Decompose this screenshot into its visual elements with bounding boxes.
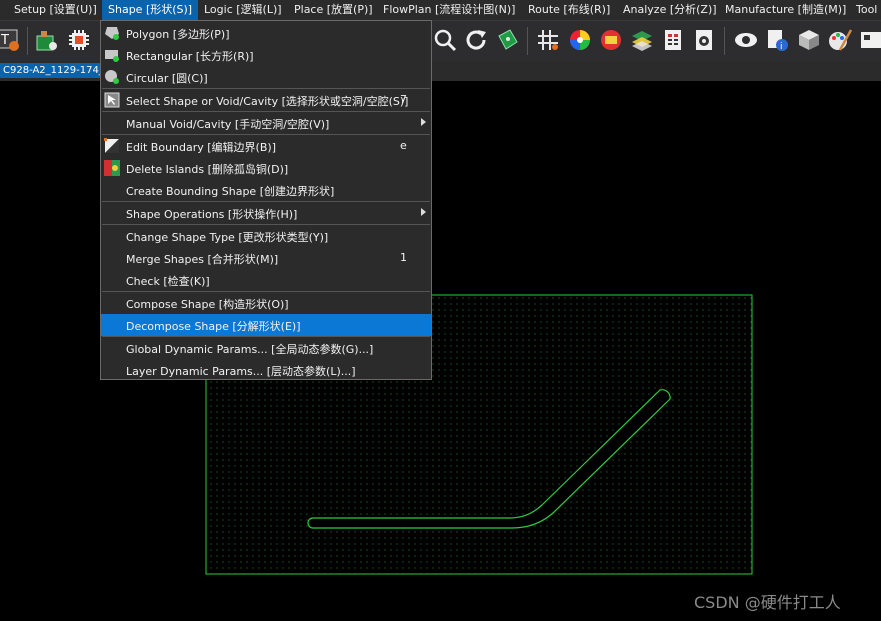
- paint-icon[interactable]: [828, 28, 852, 52]
- circle-icon: [105, 70, 119, 84]
- layers-icon[interactable]: [630, 28, 654, 52]
- pcb-add-icon[interactable]: [35, 28, 59, 52]
- polygon-icon: [105, 27, 119, 40]
- menu-item-select-shape[interactable]: Select Shape or Void/Cavity [选择形状或空洞/空腔(…: [101, 89, 431, 111]
- menu-item-create-bounding-shape[interactable]: Create Bounding Shape [创建边界形状]: [101, 179, 431, 201]
- color-wheel-icon[interactable]: [568, 28, 592, 52]
- menu-item-label: Global Dynamic Params... [全局动态参数(G)...]: [126, 343, 374, 356]
- menu-item-label: Change Shape Type [更改形状类型(Y)]: [126, 231, 329, 244]
- menu-shape[interactable]: Shape [形状(S)]: [102, 0, 199, 20]
- zoom-icon[interactable]: [433, 28, 457, 52]
- menu-manufacture[interactable]: Manufacture [制造(M)]: [719, 0, 852, 20]
- menu-item-global-dynamic-params[interactable]: Global Dynamic Params... [全局动态参数(G)...]: [101, 337, 431, 359]
- device-settings-icon[interactable]: [692, 28, 716, 52]
- menu-item-label: Circular [圆(C)]: [126, 72, 208, 85]
- rectangle-icon: [105, 50, 119, 62]
- svg-text:i: i: [780, 42, 783, 52]
- menu-item-delete-islands[interactable]: Delete Islands [删除孤岛铜(D)]: [101, 157, 431, 179]
- menu-item-label: Create Bounding Shape [创建边界形状]: [126, 185, 335, 198]
- menu-bar: Setup [设置(U)] Shape [形状(S)] Logic [逻辑(L)…: [0, 0, 881, 21]
- menu-route[interactable]: Route [布线(R)]: [522, 0, 616, 20]
- grid-icon[interactable]: [536, 28, 560, 52]
- select-shape-icon: [104, 92, 120, 108]
- menu-item-label: Delete Islands [删除孤岛铜(D)]: [126, 163, 289, 176]
- toolbar-separator: [27, 27, 28, 55]
- menu-item-label: Manual Void/Cavity [手动空洞/空腔(V)]: [126, 118, 330, 131]
- menu-item-merge-shapes[interactable]: Merge Shapes [合并形状(M)] 1: [101, 247, 431, 269]
- menu-flowplan[interactable]: FlowPlan [流程设计图(N)]: [377, 0, 521, 20]
- menu-item-polygon[interactable]: Polygon [多边形(P)]: [101, 22, 431, 44]
- menu-item-label: Compose Shape [构造形状(O)]: [126, 298, 289, 311]
- menu-item-decompose-shape[interactable]: Decompose Shape [分解形状(E)]: [101, 314, 431, 336]
- menu-place[interactable]: Place [放置(P)]: [288, 0, 379, 20]
- menu-item-label: Layer Dynamic Params... [层动态参数(L)...]: [126, 365, 356, 378]
- menu-item-layer-dynamic-params[interactable]: Layer Dynamic Params... [层动态参数(L)...]: [101, 359, 431, 381]
- refresh-icon[interactable]: [464, 28, 488, 52]
- menu-item-label: Polygon [多边形(P)]: [126, 28, 230, 41]
- color-picker-icon[interactable]: [599, 28, 623, 52]
- menu-item-label: Decompose Shape [分解形状(E)]: [126, 320, 301, 333]
- info-icon[interactable]: i: [765, 28, 789, 52]
- menu-item-shortcut: 7: [400, 93, 407, 106]
- menu-item-shape-operations[interactable]: Shape Operations [形状操作(H)]: [101, 202, 431, 224]
- menu-item-label: Merge Shapes [合并形状(M)]: [126, 253, 279, 266]
- menu-item-circular[interactable]: Circular [圆(C)]: [101, 66, 431, 88]
- more-tools-icon[interactable]: [859, 28, 881, 52]
- submenu-arrow-icon: [421, 118, 426, 126]
- menu-item-shortcut: e: [400, 139, 407, 152]
- menu-item-shortcut: 1: [400, 251, 407, 264]
- menu-item-change-shape-type[interactable]: Change Shape Type [更改形状类型(Y)]: [101, 225, 431, 247]
- menu-logic[interactable]: Logic [逻辑(L)]: [198, 0, 288, 20]
- edit-boundary-icon: [104, 138, 119, 153]
- 3d-view-icon[interactable]: [797, 28, 821, 52]
- menu-tool[interactable]: Tool: [850, 0, 881, 20]
- menu-item-label: Select Shape or Void/Cavity [选择形状或空洞/空腔(…: [126, 95, 409, 108]
- tab-strip: [432, 61, 881, 81]
- toolbar-separator: [527, 27, 528, 55]
- file-tab[interactable]: C928-A2_1129-174_F: [0, 63, 106, 78]
- menu-item-manual-void[interactable]: Manual Void/Cavity [手动空洞/空腔(V)]: [101, 112, 431, 134]
- menu-item-label: Check [检查(K)]: [126, 275, 210, 288]
- submenu-arrow-icon: [421, 208, 426, 216]
- menu-analyze[interactable]: Analyze [分析(Z)]: [617, 0, 723, 20]
- visibility-icon[interactable]: [734, 28, 758, 52]
- svg-text:T: T: [0, 33, 9, 48]
- toolbar-separator: [724, 27, 725, 55]
- menu-item-label: Edit Boundary [编辑边界(B)]: [126, 141, 276, 154]
- chip-settings-icon[interactable]: [67, 28, 91, 52]
- menu-item-compose-shape[interactable]: Compose Shape [构造形状(O)]: [101, 292, 431, 314]
- file-tab-bar: C928-A2_1129-174_F: [0, 61, 106, 81]
- text-tool-icon[interactable]: T: [0, 28, 22, 52]
- menu-item-check[interactable]: Check [检查(K)]: [101, 269, 431, 291]
- menu-setup[interactable]: Setup [设置(U)]: [8, 0, 103, 20]
- spreadsheet-icon[interactable]: [661, 28, 685, 52]
- menu-item-label: Shape Operations [形状操作(H)]: [126, 208, 298, 221]
- menu-item-edit-boundary[interactable]: Edit Boundary [编辑边界(B)] e: [101, 135, 431, 157]
- menu-item-label: Rectangular [长方形(R)]: [126, 50, 254, 63]
- menu-item-rectangular[interactable]: Rectangular [长方形(R)]: [101, 44, 431, 66]
- shape-menu: Polygon [多边形(P)] Rectangular [长方形(R)] Ci…: [100, 20, 432, 380]
- board-view-icon[interactable]: [496, 28, 520, 52]
- delete-islands-icon: [104, 160, 120, 176]
- watermark: CSDN @硬件打工人: [694, 593, 841, 612]
